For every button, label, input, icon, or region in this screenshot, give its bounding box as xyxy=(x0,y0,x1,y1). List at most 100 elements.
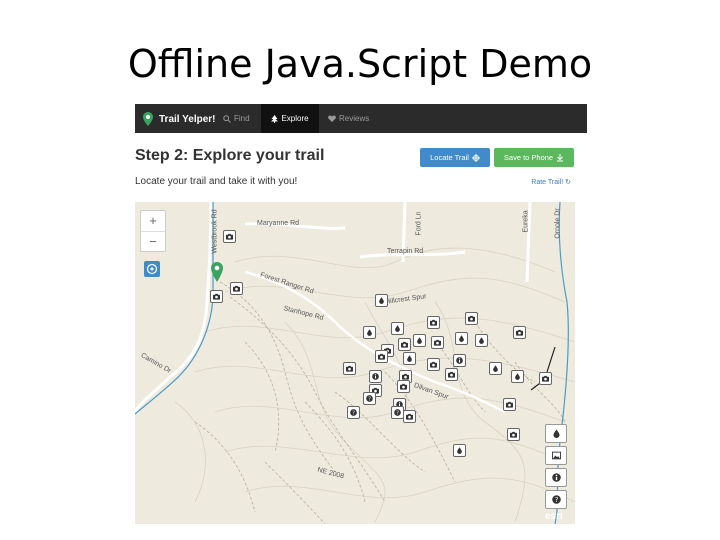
info-icon xyxy=(456,357,463,364)
camera-icon xyxy=(430,319,437,326)
water-marker[interactable] xyxy=(455,332,468,345)
camera-icon xyxy=(400,383,407,390)
camera-icon xyxy=(401,341,408,348)
photo-marker[interactable] xyxy=(427,358,440,371)
save-to-phone-button[interactable]: Save to Phone xyxy=(494,148,574,167)
photo-marker[interactable] xyxy=(403,410,416,423)
rate-trail-link[interactable]: Rate Trail! ↻ xyxy=(531,178,571,186)
photo-marker[interactable] xyxy=(210,290,223,303)
water-marker[interactable] xyxy=(363,326,376,339)
drop-icon xyxy=(379,297,384,304)
camera-icon xyxy=(448,371,455,378)
photo-marker[interactable] xyxy=(375,350,388,363)
nav-reviews-label: Reviews xyxy=(339,114,370,123)
water-marker[interactable] xyxy=(413,334,426,347)
question-icon: ? xyxy=(366,395,373,402)
question-icon: ? xyxy=(551,495,561,504)
photo-marker[interactable] xyxy=(431,336,444,349)
photo-marker[interactable] xyxy=(427,316,440,329)
drop-icon xyxy=(479,337,484,344)
water-marker[interactable] xyxy=(475,334,488,347)
question-marker[interactable]: ? xyxy=(347,406,360,419)
drop-icon xyxy=(515,373,520,380)
save-to-phone-label: Save to Phone xyxy=(503,153,554,162)
info-icon xyxy=(551,473,561,482)
info-icon xyxy=(372,373,379,380)
locate-me-button[interactable] xyxy=(144,261,160,277)
water-marker[interactable] xyxy=(489,362,502,375)
info-marker[interactable] xyxy=(453,354,466,367)
subtitle: Locate your trail and take it with you! xyxy=(135,176,298,187)
photo-marker[interactable] xyxy=(539,372,552,385)
esri-attribution: esri xyxy=(545,511,563,522)
water-marker[interactable] xyxy=(453,444,466,457)
download-icon xyxy=(557,153,564,161)
zoom-in-button[interactable]: + xyxy=(141,211,165,232)
photo-marker[interactable] xyxy=(445,368,458,381)
info-marker[interactable] xyxy=(369,370,382,383)
trailhead-pin[interactable] xyxy=(211,262,223,282)
photo-marker[interactable] xyxy=(398,338,411,351)
drop-icon xyxy=(367,329,372,336)
drop-icon xyxy=(459,335,464,342)
water-marker[interactable] xyxy=(511,370,524,383)
zoom-control: + − xyxy=(140,210,166,252)
locate-icon xyxy=(146,263,158,275)
camera-icon xyxy=(406,413,413,420)
photo-marker[interactable] xyxy=(507,428,520,441)
app-screenshot: Trail Yelper! Find Explore Reviews Step … xyxy=(135,104,587,524)
water-marker[interactable] xyxy=(403,352,416,365)
map-label-maryanne: Maryanne Rd xyxy=(257,220,300,227)
photo-marker[interactable] xyxy=(223,230,236,243)
image-icon xyxy=(551,451,561,460)
photo-marker[interactable] xyxy=(513,326,526,339)
camera-icon xyxy=(346,365,353,372)
brand[interactable]: Trail Yelper! xyxy=(143,109,216,129)
svg-text:?: ? xyxy=(368,396,371,402)
search-icon xyxy=(223,114,231,123)
camera-icon xyxy=(434,339,441,346)
photo-marker[interactable] xyxy=(503,398,516,411)
photo-marker[interactable] xyxy=(397,380,410,393)
nav-explore-label: Explore xyxy=(281,114,309,123)
question-marker[interactable]: ? xyxy=(363,392,376,405)
nav-find-label: Find xyxy=(234,114,250,123)
svg-text:?: ? xyxy=(352,410,355,416)
map-label-eureka: Eureka xyxy=(522,210,530,233)
zoom-out-button[interactable]: − xyxy=(141,232,165,252)
photo-marker[interactable] xyxy=(343,362,356,375)
navbar: Trail Yelper! Find Explore Reviews xyxy=(135,104,587,133)
tool-image-button[interactable] xyxy=(545,446,567,465)
brand-label: Trail Yelper! xyxy=(159,113,216,125)
trail-map[interactable]: Maryanne Rd Terrapin Rd Forest Ranger Rd… xyxy=(135,202,575,524)
camera-icon xyxy=(516,329,523,336)
map-pin-icon xyxy=(143,112,153,126)
map-label-terrapin: Terrapin Rd xyxy=(387,248,424,255)
water-marker[interactable] xyxy=(375,294,388,307)
locate-trail-label: Locate Trail xyxy=(430,153,469,162)
drop-icon xyxy=(407,355,412,362)
tool-info-button[interactable] xyxy=(545,468,567,487)
camera-icon xyxy=(226,233,233,240)
photo-marker[interactable] xyxy=(465,312,478,325)
locate-trail-button[interactable]: Locate Trail xyxy=(420,148,490,167)
camera-icon xyxy=(402,373,409,380)
water-marker[interactable] xyxy=(391,322,404,335)
map-label-ford: Ford Ln xyxy=(415,211,423,236)
camera-icon xyxy=(542,375,549,382)
tool-question-button[interactable]: ? xyxy=(545,490,567,509)
nav-find[interactable]: Find xyxy=(223,104,257,133)
camera-icon xyxy=(233,285,240,292)
photo-marker[interactable] xyxy=(230,282,243,295)
camera-icon xyxy=(378,353,385,360)
camera-icon xyxy=(510,431,517,438)
drop-icon xyxy=(552,429,560,438)
tree-icon xyxy=(271,114,279,123)
drop-icon xyxy=(417,337,422,344)
drop-icon xyxy=(493,365,498,372)
drop-icon xyxy=(395,325,400,332)
tool-water-button[interactable] xyxy=(545,424,567,443)
nav-explore[interactable]: Explore xyxy=(261,104,319,133)
nav-reviews[interactable]: Reviews xyxy=(328,104,378,133)
camera-icon xyxy=(468,315,475,322)
